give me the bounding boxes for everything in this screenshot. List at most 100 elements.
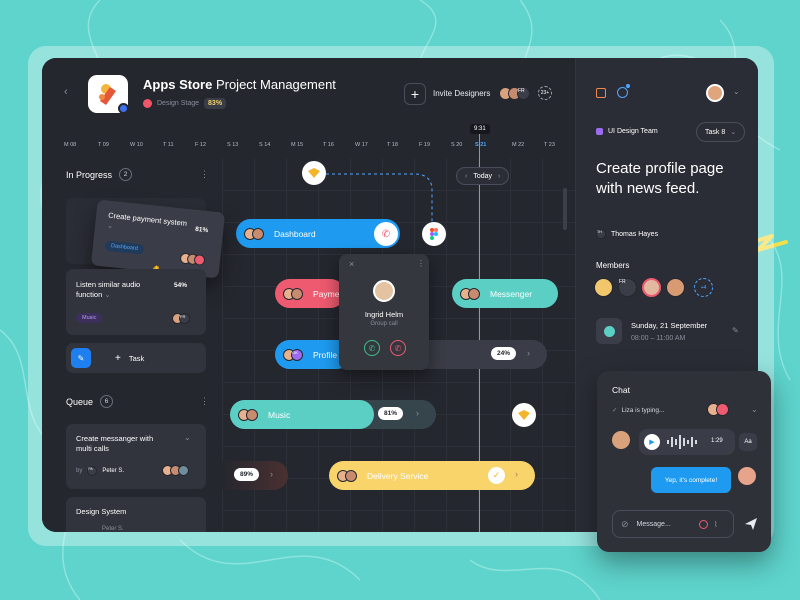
edit-icon[interactable]: ✎ xyxy=(732,326,739,335)
box-icon[interactable] xyxy=(596,88,606,98)
task-title: Design System xyxy=(76,507,127,516)
chat-avatars xyxy=(707,403,729,416)
chevron-down-icon[interactable]: ⌄ xyxy=(751,405,758,414)
bar-label: Delivery Service xyxy=(367,470,429,481)
day-label: T 09 xyxy=(98,142,109,148)
check-icon[interactable]: ✓ xyxy=(488,467,505,484)
task-card[interactable]: Listen similar audio function ⌄ 54% Musi… xyxy=(66,269,206,335)
day-label: W 10 xyxy=(130,142,143,148)
text-toggle-button[interactable]: Aa xyxy=(739,433,757,451)
back-chevron-icon[interactable]: ‹ xyxy=(64,86,68,98)
chevron-down-icon: ⌄ xyxy=(730,129,737,136)
vertical-scrollbar[interactable] xyxy=(563,188,567,230)
decline-call-icon[interactable]: ✆ xyxy=(390,340,406,356)
task-title: Create messanger with multi calls xyxy=(76,434,154,453)
task-author: TH Thomas Hayes xyxy=(596,229,658,239)
today-button[interactable]: ‹ Today › xyxy=(456,167,510,185)
task-selector[interactable]: Task 8 ⌄ xyxy=(696,122,746,142)
play-icon[interactable]: ▶ xyxy=(644,434,660,450)
author-name: Peter S. xyxy=(102,468,125,474)
chevron-down-icon[interactable]: ⌄ xyxy=(184,433,191,442)
avatar xyxy=(468,287,480,300)
day-label: M 15 xyxy=(291,142,304,148)
avatar xyxy=(193,253,206,267)
sketch-icon[interactable] xyxy=(512,403,536,427)
add-button[interactable]: + xyxy=(404,83,426,105)
task-percent: 54% xyxy=(174,282,188,289)
bar-messenger[interactable]: Messenger xyxy=(452,279,558,308)
user-avatar[interactable] xyxy=(706,84,724,102)
task-selector-label: Task 8 xyxy=(705,128,726,136)
more-options-icon[interactable]: ⋮ xyxy=(200,169,209,180)
bar-percent: 24% xyxy=(491,347,517,360)
bar-percent: 89% xyxy=(234,468,260,481)
task-card[interactable]: Create messanger with multi calls ⌄ by P… xyxy=(66,424,206,489)
more-options-icon[interactable]: ⋮ xyxy=(417,259,425,268)
members-list: FR +4 xyxy=(594,278,713,297)
message-input[interactable]: ⊘ Message... ⌇ xyxy=(612,510,734,538)
caller-name: Ingrid Helm xyxy=(364,310,404,319)
sketch-icon[interactable] xyxy=(302,161,326,185)
member-avatar[interactable] xyxy=(642,278,661,297)
member-avatar[interactable] xyxy=(666,278,685,297)
bar-payment[interactable]: Payme xyxy=(275,279,345,308)
phone-icon[interactable]: ✆ xyxy=(374,222,398,246)
bar-percent: 81% xyxy=(378,407,404,420)
user-avatar xyxy=(738,467,756,485)
invite-avatars: FR 23+ xyxy=(499,86,552,100)
task-card[interactable]: Design System Peter S. xyxy=(66,497,206,532)
chat-bubble-icon[interactable] xyxy=(617,87,628,98)
bar-offscreen[interactable]: 89% › xyxy=(222,461,288,490)
chevron-right-icon[interactable]: › xyxy=(270,469,273,479)
calendar-button[interactable] xyxy=(596,318,622,344)
prev-chevron-icon[interactable]: ‹ xyxy=(465,173,467,180)
team-label: UI Design Team xyxy=(596,128,658,135)
figma-icon[interactable] xyxy=(422,222,446,246)
accept-call-icon[interactable]: ✆ xyxy=(364,340,380,356)
day-label: T 16 xyxy=(323,142,334,148)
chevron-down-icon[interactable]: ⌄ xyxy=(104,290,110,299)
chevron-right-icon[interactable]: › xyxy=(527,348,530,358)
typing-indicator: ✓ Liza is typing... xyxy=(612,406,664,415)
call-subtitle: Group call xyxy=(370,321,398,327)
day-label: T 23 xyxy=(544,142,555,148)
microphone-icon[interactable]: ⌇ xyxy=(714,520,718,529)
task-avatars xyxy=(162,465,189,476)
notification-dot xyxy=(626,84,630,88)
team-name: UI Design Team xyxy=(608,128,658,135)
day-label: W 17 xyxy=(355,142,368,148)
next-chevron-icon[interactable]: › xyxy=(498,173,500,180)
bar-music[interactable]: Music 81% › xyxy=(230,400,436,429)
bar-avatars: OK xyxy=(283,348,303,361)
day-label: F 19 xyxy=(419,142,431,148)
close-icon[interactable]: × xyxy=(349,259,354,269)
invite-designers-link[interactable]: Invite Designers xyxy=(433,89,490,98)
voice-message[interactable]: ▶ 1:29 xyxy=(639,429,735,455)
member-avatar-initials[interactable]: FR xyxy=(618,278,637,297)
task-avatars: FR xyxy=(172,313,190,324)
queue-header: Queue 6 xyxy=(66,395,114,408)
member-avatar[interactable] xyxy=(594,278,613,297)
today-label: Today xyxy=(473,172,493,180)
avatar-initials: FR xyxy=(517,86,530,100)
event-time: 08:00 – 11:00 AM xyxy=(631,335,686,342)
chevron-down-icon[interactable]: ⌄ xyxy=(733,87,740,96)
chevron-right-icon[interactable]: › xyxy=(515,469,518,479)
add-task-label: Task xyxy=(128,353,145,363)
emoji-icon[interactable] xyxy=(698,519,708,529)
add-task-button[interactable]: ✎ + Task xyxy=(66,343,206,373)
more-invites-badge[interactable]: 23+ xyxy=(538,86,552,100)
day-label: S 14 xyxy=(259,142,271,148)
chevron-down-icon[interactable]: ⌄ xyxy=(107,221,114,231)
send-icon[interactable] xyxy=(744,517,758,531)
author-name: Thomas Hayes xyxy=(611,230,659,238)
chevron-right-icon[interactable]: › xyxy=(416,408,419,418)
more-options-icon[interactable]: ⋮ xyxy=(200,396,209,407)
more-members-badge[interactable]: +4 xyxy=(694,278,713,297)
section-title: Queue xyxy=(66,396,94,407)
bar-delivery[interactable]: Delivery Service ✓ › xyxy=(329,461,535,490)
avatar-initials: PA xyxy=(87,466,98,476)
paperclip-icon[interactable]: ⊘ xyxy=(621,519,629,530)
day-label: F 12 xyxy=(195,142,207,148)
day-label: M 08 xyxy=(64,142,77,148)
